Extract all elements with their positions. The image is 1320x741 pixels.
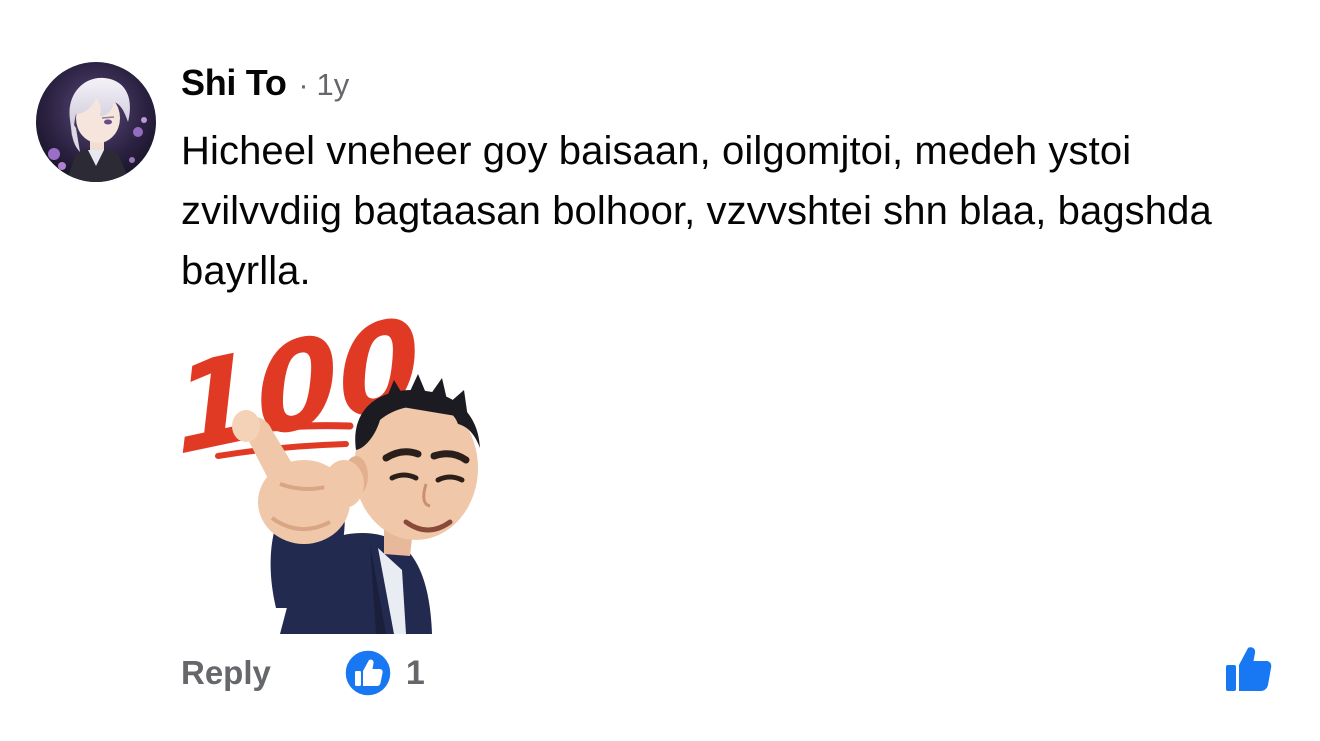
thumbs-up-icon <box>1226 647 1272 691</box>
reaction-summary[interactable]: 1 <box>344 649 425 697</box>
avatar[interactable] <box>36 62 156 182</box>
sticker-100-avatar: 100 <box>170 291 490 634</box>
sticker-image: 100 <box>170 291 480 634</box>
comment: Shi To · 1y Hicheel vneheer goy baisaan,… <box>0 0 1320 741</box>
comment-timestamp[interactable]: 1y <box>317 67 350 103</box>
like-button[interactable] <box>1224 645 1274 695</box>
comment-text: Hicheel vneheer goy baisaan, oilgomjtoi,… <box>181 129 1212 293</box>
author-name[interactable]: Shi To <box>181 62 287 104</box>
separator-dot: · <box>298 69 309 102</box>
comment-header: Shi To · 1y <box>181 62 349 108</box>
like-count: 1 <box>405 653 425 692</box>
comment-actions: Reply 1 <box>181 648 425 698</box>
reply-button[interactable]: Reply <box>181 654 271 692</box>
avatar-image <box>36 62 156 182</box>
like-reaction-icon <box>344 649 392 697</box>
